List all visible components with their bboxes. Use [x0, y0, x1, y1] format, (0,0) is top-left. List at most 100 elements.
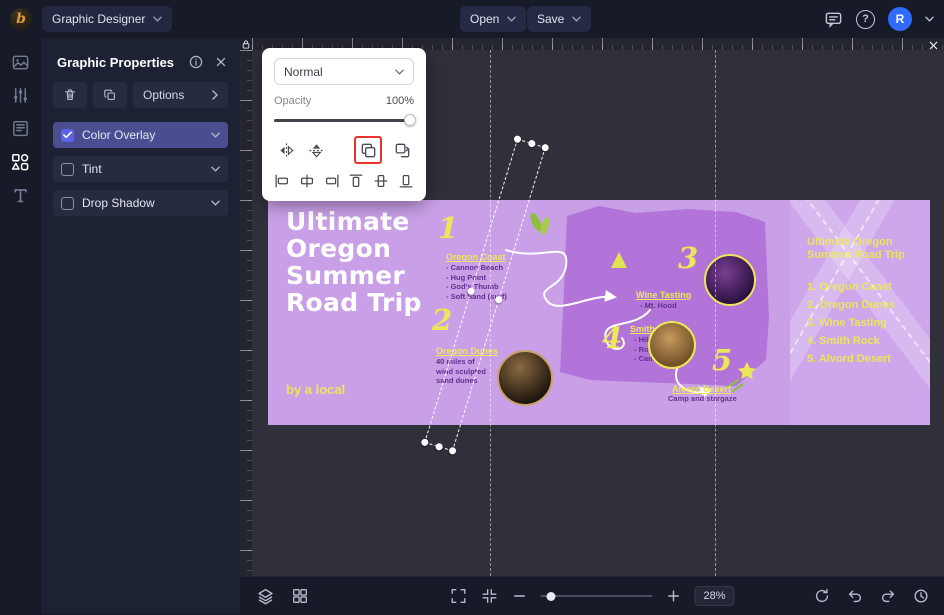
opacity-slider[interactable]	[274, 113, 416, 127]
selection-handle-n[interactable]	[526, 139, 536, 148]
options-button[interactable]: Options	[133, 82, 228, 108]
chevron-down-icon	[395, 69, 404, 75]
flip-vertical-icon[interactable]	[304, 138, 328, 162]
close-panel-icon[interactable]	[214, 55, 228, 69]
row-label: Tint	[82, 162, 102, 176]
redo-icon[interactable]	[879, 587, 897, 605]
blend-mode-select[interactable]: Normal	[274, 58, 414, 85]
row-drop-shadow[interactable]: Drop Shadow	[53, 190, 228, 216]
stop-name: Alvord Desert	[672, 384, 732, 394]
chevron-down-icon[interactable]	[211, 132, 220, 138]
zoom-controls: 28%	[449, 577, 735, 615]
align-bottom-icon[interactable]	[394, 169, 418, 193]
reset-icon[interactable]	[813, 587, 831, 605]
selection-handle-ne[interactable]	[540, 143, 550, 153]
checkbox-checked-icon[interactable]	[61, 128, 74, 142]
canvas-close-icon[interactable]	[926, 38, 941, 53]
zoom-slider-track[interactable]	[540, 595, 653, 597]
panel-title: Graphic Properties	[57, 54, 175, 70]
zoom-percentage[interactable]: 28%	[694, 586, 735, 606]
align-middle-vertical-icon[interactable]	[369, 169, 393, 193]
legend-item: 1. Oregon Coast	[807, 281, 892, 293]
legend-item: 3. Wine Tasting	[807, 317, 887, 329]
opacity-slider-track[interactable]	[274, 119, 414, 122]
align-top-icon[interactable]	[344, 169, 368, 193]
duplicate-icon[interactable]	[356, 138, 380, 162]
grid-view-icon[interactable]	[291, 587, 309, 605]
panel-header: Graphic Properties	[41, 38, 240, 82]
stop-name: Wine Tasting	[636, 290, 692, 300]
align-left-icon[interactable]	[270, 169, 294, 193]
graphics-tab-icon[interactable]	[10, 152, 30, 172]
opacity-slider-thumb[interactable]	[404, 114, 416, 126]
checkbox-icon[interactable]	[61, 162, 74, 176]
row-color-overlay[interactable]: Color Overlay	[53, 122, 228, 148]
layers-icon[interactable]	[256, 587, 275, 606]
designer-menu-button[interactable]: Graphic Designer	[42, 6, 173, 32]
zoom-slider-thumb[interactable]	[546, 592, 556, 601]
chevron-right-icon	[212, 90, 218, 100]
checkbox-icon[interactable]	[61, 196, 74, 210]
stop-number: 1	[438, 211, 459, 245]
selection-handle-se[interactable]	[448, 446, 457, 456]
adjust-tab-icon[interactable]	[11, 86, 30, 105]
fullscreen-icon[interactable]	[449, 587, 467, 605]
vertical-guide[interactable]	[715, 50, 716, 576]
help-button[interactable]: ?	[856, 9, 875, 29]
vertical-ruler[interactable]	[240, 50, 252, 576]
selection-handle-sw[interactable]	[420, 437, 430, 447]
save-label: Save	[537, 12, 565, 26]
flip-horizontal-icon[interactable]	[274, 138, 298, 162]
transform-icon-row	[274, 136, 414, 164]
opacity-row: Opacity 100%	[274, 95, 414, 107]
panel-toolbar: Options	[41, 82, 240, 108]
opacity-value: 100%	[385, 95, 414, 107]
photos-tab-icon[interactable]	[11, 53, 30, 72]
legend-item: 5. Alvord Desert	[807, 353, 891, 365]
app-logo-icon[interactable]: b	[10, 8, 32, 30]
grapes-photo	[704, 254, 756, 306]
fit-to-screen-icon[interactable]	[480, 587, 498, 605]
blend-options-panel: Normal Opacity 100%	[262, 48, 426, 201]
user-avatar[interactable]: R	[888, 7, 912, 31]
align-center-horizontal-icon[interactable]	[295, 169, 319, 193]
text-tab-icon[interactable]	[11, 186, 30, 205]
chevron-down-icon	[153, 16, 163, 22]
canvas-area[interactable]: Ultimate Oregon Summer Road Trip by a lo…	[240, 38, 944, 576]
duplicate-layer-button[interactable]	[93, 82, 127, 108]
opacity-label: Opacity	[274, 95, 312, 107]
history-controls	[813, 577, 930, 615]
bottom-bar: 28%	[240, 576, 944, 614]
templates-tab-icon[interactable]	[11, 119, 30, 138]
open-button[interactable]: Open	[460, 6, 527, 32]
align-right-icon[interactable]	[320, 169, 344, 193]
history-icon[interactable]	[912, 587, 930, 605]
options-label: Options	[143, 88, 185, 102]
graphic-properties-panel: Graphic Properties Options Color Overlay…	[40, 38, 240, 614]
zoom-slider[interactable]	[540, 589, 653, 603]
undo-icon[interactable]	[846, 587, 864, 605]
info-icon[interactable]	[188, 54, 204, 70]
chevron-down-icon	[572, 16, 582, 22]
account-chevron-down-icon[interactable]	[925, 16, 934, 22]
poster-byline: by a local	[286, 382, 346, 397]
chevron-down-icon[interactable]	[211, 166, 220, 172]
delete-button[interactable]	[53, 82, 87, 108]
legend-item: 2. Oregon Dunes	[807, 299, 896, 311]
lock-icon[interactable]	[240, 38, 252, 50]
selection-handle-nw[interactable]	[513, 134, 522, 144]
design-poster[interactable]: Ultimate Oregon Summer Road Trip by a lo…	[268, 200, 930, 425]
row-tint[interactable]: Tint	[53, 156, 228, 182]
row-label: Drop Shadow	[82, 196, 155, 210]
zoom-in-icon[interactable]	[665, 588, 681, 604]
stop-details: - Mt. Hood	[640, 301, 677, 310]
selection-handle-s[interactable]	[434, 442, 444, 451]
zoom-out-icon[interactable]	[511, 588, 527, 604]
poster-legend-strip: Ultimate Oregon Summer Road Trip 1. Oreg…	[790, 200, 930, 425]
save-button[interactable]: Save	[527, 6, 592, 32]
left-tool-rail	[0, 38, 40, 614]
chevron-down-icon[interactable]	[211, 200, 220, 206]
bottom-left-tools	[256, 577, 309, 615]
feedback-icon[interactable]	[824, 10, 843, 29]
copy-style-icon[interactable]	[390, 138, 414, 162]
